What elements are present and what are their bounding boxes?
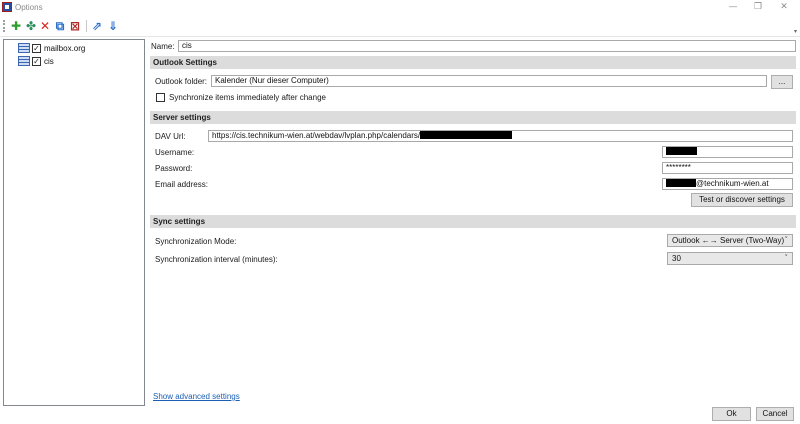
tree-item-cis[interactable]: ✓ cis <box>18 55 54 67</box>
sync-mode-label: Synchronization Mode: <box>155 237 237 246</box>
redacted-block <box>420 131 513 139</box>
name-label: Name: <box>151 42 175 51</box>
tree-checkbox[interactable]: ✓ <box>32 43 41 53</box>
username-field[interactable] <box>662 146 793 158</box>
email-label: Email address: <box>155 180 208 189</box>
redacted-block <box>666 147 697 155</box>
redacted-block <box>666 179 696 187</box>
toolbar-separator <box>86 20 87 32</box>
delete-icon[interactable]: ✕ <box>38 19 52 33</box>
add-icon[interactable]: ✚ <box>9 19 23 33</box>
tree-item-label: mailbox.org <box>44 43 86 53</box>
email-field[interactable]: @technikum-wien.at <box>662 178 793 190</box>
sync-interval-value: 30 <box>672 254 681 263</box>
sync-immediately-label: Synchronize items immediately after chan… <box>169 93 326 102</box>
delete-cache-icon[interactable]: ⊠ <box>68 19 82 33</box>
toolbar-grip <box>3 20 5 32</box>
minimize-button[interactable]: — <box>721 1 745 14</box>
restore-button[interactable]: ❐ <box>746 1 770 14</box>
server-settings-header: Server settings <box>150 111 796 124</box>
chevron-down-icon: ˅ <box>784 254 789 262</box>
close-button[interactable]: ✕ <box>772 1 796 14</box>
tree-item-label: cis <box>44 56 54 66</box>
password-label: Password: <box>155 164 193 173</box>
calendar-icon <box>18 43 30 53</box>
clear-cache-icon[interactable]: ⧉ <box>53 19 67 33</box>
outlook-folder-label: Outlook folder: <box>155 77 208 86</box>
cancel-button[interactable]: Cancel <box>756 407 794 421</box>
calendar-icon <box>18 56 30 66</box>
window-title: Options <box>15 3 43 12</box>
sync-settings-header: Sync settings <box>150 215 796 228</box>
sync-mode-select[interactable]: Outlook ←→ Server (Two-Way) ˅ <box>667 234 793 247</box>
sync-mode-value: Outlook ←→ Server (Two-Way) <box>672 236 785 245</box>
outlook-folder-field[interactable]: Kalender (Nur dieser Computer) <box>211 75 767 87</box>
browse-folder-button[interactable]: ... <box>771 75 793 89</box>
toolbar: ✚ ✤ ✕ ⧉ ⊠ ⇗ ⇓ ▾ <box>0 15 800 37</box>
username-label: Username: <box>155 148 195 157</box>
tree-item-mailbox[interactable]: ✓ mailbox.org <box>18 42 85 54</box>
export-icon[interactable]: ⇗ <box>90 19 104 33</box>
title-bar: Options — ❐ ✕ <box>0 0 800 15</box>
copy-profile-icon[interactable]: ✤ <box>24 19 38 33</box>
profile-tree[interactable]: ✓ mailbox.org ✓ cis <box>3 39 145 406</box>
test-settings-button[interactable]: Test or discover settings <box>691 193 793 207</box>
toolbar-overflow-icon[interactable]: ▾ <box>794 28 797 35</box>
tree-checkbox[interactable]: ✓ <box>32 56 41 66</box>
name-field[interactable]: cis <box>178 40 796 52</box>
dav-url-field[interactable]: https://cis.technikum-wien.at/webdav/lvp… <box>208 130 793 142</box>
dav-url-value: https://cis.technikum-wien.at/webdav/lvp… <box>212 131 421 140</box>
outlook-settings-header: Outlook Settings <box>150 56 796 69</box>
email-domain: @technikum-wien.at <box>696 179 769 188</box>
app-icon <box>2 2 12 12</box>
import-icon[interactable]: ⇓ <box>106 19 120 33</box>
password-field[interactable]: ******** <box>662 162 793 174</box>
sync-immediately-checkbox[interactable] <box>156 93 165 102</box>
sync-interval-select[interactable]: 30 ˅ <box>667 252 793 265</box>
sync-interval-label: Synchronization interval (minutes): <box>155 255 278 264</box>
show-advanced-settings-link[interactable]: Show advanced settings <box>153 392 240 401</box>
chevron-down-icon: ˅ <box>784 236 789 244</box>
ok-button[interactable]: Ok <box>712 407 751 421</box>
dav-url-label: DAV Url: <box>155 132 186 141</box>
